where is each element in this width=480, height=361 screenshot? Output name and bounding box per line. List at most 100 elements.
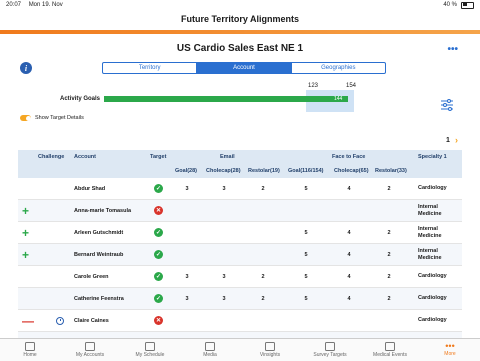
cell-specialty: Internal Medicine — [418, 203, 442, 217]
header-email: Email — [220, 154, 235, 160]
cell-specialty: Cardiology — [418, 317, 447, 323]
home-icon — [25, 342, 35, 351]
header-f2f-goal[interactable]: Goal(116/154) — [288, 168, 323, 174]
header-face-to-face: Face to Face — [332, 154, 366, 160]
header-email-cholecap[interactable]: Cholecap(28) — [206, 168, 241, 174]
target-x-icon: ✕ — [154, 316, 163, 325]
cell-email-goal: 3 — [185, 185, 189, 192]
account-name[interactable]: Catherine Feenstra — [74, 288, 124, 309]
cell-f2f-goal: 5 — [304, 273, 308, 280]
cell-f2f-goal: 5 — [304, 229, 308, 236]
account-name[interactable]: Bernard Weintraub — [74, 244, 123, 265]
add-challenge-icon[interactable]: + — [22, 226, 29, 240]
account-name[interactable]: Abdur Shad — [74, 178, 105, 199]
bottom-tab-bar: Home My Accounts My Schedule Media Vinsi… — [0, 338, 480, 361]
tab-media[interactable]: Media — [180, 339, 240, 361]
filter-settings-icon[interactable] — [440, 98, 454, 112]
tab-vinsights[interactable]: Vinsights — [240, 339, 300, 361]
table-row[interactable]: Carole Green ✓ 3 3 2 5 4 2 Cardiology — [18, 266, 462, 288]
cell-f2f-goal: 5 — [304, 295, 308, 302]
tab-vinsights-label: Vinsights — [259, 352, 281, 358]
header-divider — [0, 30, 480, 34]
cell-email-goal: 3 — [185, 273, 189, 280]
more-options-icon[interactable]: ••• — [447, 44, 458, 55]
info-icon[interactable]: i — [20, 62, 32, 74]
cell-f2f-restolar: 2 — [387, 273, 391, 280]
tab-account[interactable]: Account — [197, 63, 292, 73]
tab-home[interactable]: Home — [0, 339, 60, 361]
account-name[interactable]: Carole Green — [74, 266, 109, 287]
target-check-icon: ✓ — [154, 294, 163, 303]
cell-f2f-cholecap: 4 — [347, 185, 351, 192]
tab-my-accounts-label: My Accounts — [75, 352, 105, 358]
activity-goals-value: 144 — [334, 96, 343, 102]
cell-specialty: Cardiology — [418, 185, 447, 191]
tab-geographies[interactable]: Geographies — [292, 63, 385, 73]
cell-f2f-goal: 5 — [304, 251, 308, 258]
cell-f2f-goal: 5 — [304, 185, 308, 192]
header-target[interactable]: Target — [150, 154, 166, 160]
target-check-icon: ✓ — [154, 250, 163, 259]
tab-my-accounts[interactable]: My Accounts — [60, 339, 120, 361]
accounts-table-body: Abdur Shad ✓ 3 3 2 5 4 2 Cardiology + An… — [18, 178, 462, 354]
target-check-icon: ✓ — [154, 228, 163, 237]
header-challenge[interactable]: Challenge — [38, 154, 64, 160]
cell-email-cholecap: 3 — [222, 185, 226, 192]
account-name[interactable]: Arleen Gutschmidt — [74, 222, 123, 243]
tab-survey-targets-label: Survey Targets — [313, 352, 347, 358]
goal-left-mark: 123 — [308, 83, 319, 89]
header-specialty[interactable]: Specialty 1 — [418, 154, 447, 160]
table-row[interactable]: Catherine Feenstra ✓ 3 3 2 5 4 2 Cardiol… — [18, 288, 462, 310]
cell-email-cholecap: 3 — [222, 273, 226, 280]
cell-f2f-restolar: 2 — [387, 185, 391, 192]
page-title: US Cardio Sales East NE 1 — [176, 43, 304, 54]
cell-email-restolar: 2 — [261, 295, 265, 302]
target-check-icon: ✓ — [154, 184, 163, 193]
activity-goals-bar — [104, 96, 348, 102]
cell-specialty: Cardiology — [418, 295, 447, 301]
survey-icon — [325, 342, 335, 351]
cell-email-restolar: 2 — [261, 273, 265, 280]
table-header: Challenge Account Target Email Face to F… — [18, 150, 462, 178]
tab-territory[interactable]: Territory — [103, 63, 198, 73]
show-target-toggle[interactable] — [20, 115, 31, 121]
accounts-icon — [85, 342, 95, 351]
cell-f2f-cholecap: 4 — [347, 229, 351, 236]
header-email-goal[interactable]: Goal(28) — [175, 168, 197, 174]
add-challenge-icon[interactable]: + — [22, 248, 29, 262]
cell-email-goal: 3 — [185, 295, 189, 302]
table-row[interactable]: — Claire Caines ✕ Cardiology — [18, 310, 462, 332]
tab-more[interactable]: ••• More — [420, 339, 480, 361]
tab-my-schedule[interactable]: My Schedule — [120, 339, 180, 361]
more-dots-icon: ••• — [445, 341, 455, 351]
clock-icon — [56, 316, 64, 325]
add-challenge-icon[interactable]: + — [22, 204, 29, 218]
remove-challenge-icon[interactable]: — — [22, 314, 34, 328]
account-name[interactable]: Claire Caines — [74, 310, 109, 331]
tab-survey-targets[interactable]: Survey Targets — [300, 339, 360, 361]
battery-icon — [461, 1, 474, 9]
table-row[interactable]: Abdur Shad ✓ 3 3 2 5 4 2 Cardiology — [18, 178, 462, 200]
cell-f2f-cholecap: 4 — [347, 251, 351, 258]
tab-more-label: More — [444, 351, 456, 357]
header-email-restolar[interactable]: Restolar(19) — [248, 168, 280, 174]
status-date: Mon 19. Nov — [28, 2, 63, 8]
cell-email-cholecap: 3 — [222, 295, 226, 302]
target-x-icon: ✕ — [154, 206, 163, 215]
header-f2f-cholecap[interactable]: Cholecap(65) — [334, 168, 369, 174]
table-row[interactable]: + Arleen Gutschmidt ✓ 5 4 2 Internal Med… — [18, 222, 462, 244]
target-check-icon: ✓ — [154, 272, 163, 281]
cell-specialty: Cardiology — [418, 273, 447, 279]
chart-icon — [265, 342, 275, 351]
header-account[interactable]: Account — [74, 154, 96, 160]
account-name[interactable]: Anna-marie Tomasula — [74, 200, 131, 221]
table-row[interactable]: + Bernard Weintraub ✓ 5 4 2 Internal Med… — [18, 244, 462, 266]
goal-right-mark: 154 — [346, 83, 357, 89]
next-page-chevron-icon[interactable]: › — [455, 135, 458, 145]
media-icon — [205, 342, 215, 351]
header-f2f-restolar[interactable]: Restolar(33) — [375, 168, 407, 174]
page-number: 1 — [446, 137, 450, 144]
segmented-control: Territory Account Geographies — [102, 62, 386, 74]
table-row[interactable]: + Anna-marie Tomasula ✕ Internal Medicin… — [18, 200, 462, 222]
tab-medical-events[interactable]: Medical Events — [360, 339, 420, 361]
